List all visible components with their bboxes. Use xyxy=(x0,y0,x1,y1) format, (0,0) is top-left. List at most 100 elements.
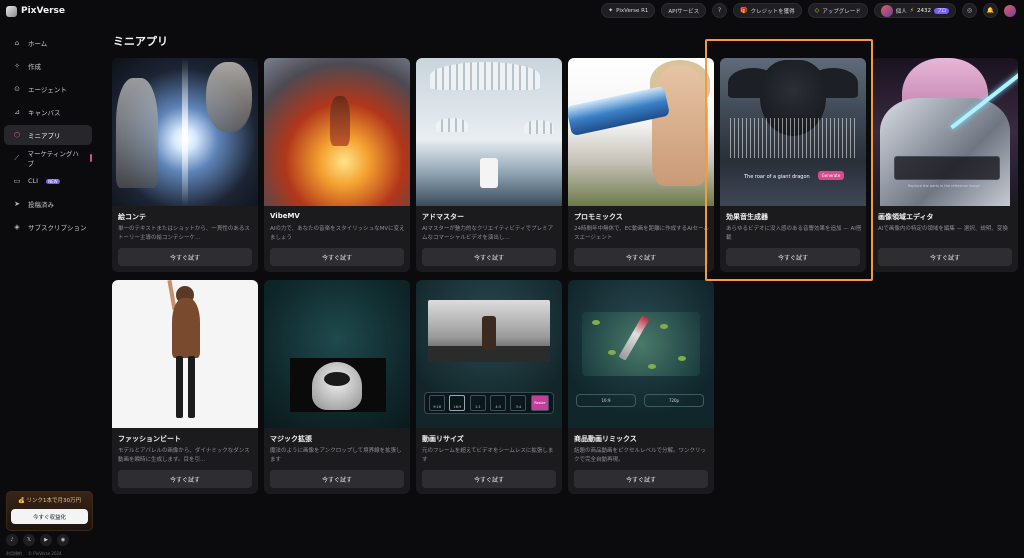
mini-app-grid: 絵コンテ 単一のテキストまたはショットから、一貫性のあるストーリー主導の絵コンテ… xyxy=(112,58,1018,498)
app-card-product-remix[interactable]: 16:9 720p 商品動画リミックス 話題の商品動画をピクセルレベルで分解。ワ… xyxy=(568,280,714,494)
model-button[interactable]: ✦ PixVerse R1 xyxy=(601,3,656,18)
api-button[interactable]: APIサービス xyxy=(661,3,707,18)
chart-icon: ⟋ xyxy=(14,153,20,162)
card-description: AIの力で、あなたの音楽をスタイリッシュなMVに変えましょう xyxy=(270,226,405,241)
card-title: マジック拡張 xyxy=(270,435,312,443)
ratio-option: 3:4 xyxy=(510,395,527,411)
app-card-region-editor[interactable]: Replace the parts in the reference image… xyxy=(872,58,1018,272)
new-badge: NEW xyxy=(46,178,60,184)
app-logo[interactable]: PixVerse xyxy=(6,5,65,17)
sidebar-item-subscription[interactable]: ◈ サブスクリプション xyxy=(4,217,92,237)
try-now-button[interactable]: 今すぐ試す xyxy=(878,248,1012,266)
ratio-option: 16:9 xyxy=(449,395,466,411)
earn-credits-label: クレジットを獲得 xyxy=(750,8,795,15)
sidebar-item-label: CLI xyxy=(28,177,39,185)
send-icon: ➤ xyxy=(14,200,20,208)
card-description: 24時間年中無休で、EC動画を距離に作成するAIセールスエージェント xyxy=(574,226,709,241)
try-now-button[interactable]: 今すぐ試す xyxy=(118,470,252,488)
sidebar-item-label: エージェント xyxy=(28,86,67,94)
app-card-vibemv[interactable]: VibeMV AIの力で、あなたの音楽をスタイリッシュなMVに変えましょう 今す… xyxy=(264,58,410,272)
bolt-icon: ⚡ xyxy=(909,7,914,14)
tag-icon: ◈ xyxy=(14,223,20,231)
sidebar-item-create[interactable]: ✧ 作成 xyxy=(4,56,92,76)
try-now-button[interactable]: 今すぐ試す xyxy=(270,470,404,488)
try-now-button[interactable]: 今すぐ試す xyxy=(422,248,556,266)
promo-text: 💰 リンク1本で月30万円 xyxy=(17,498,82,504)
try-now-button[interactable]: 今すぐ試す xyxy=(422,470,556,488)
sidebar-item-marketing-hub[interactable]: ⟋ マーケティングハブ xyxy=(4,148,93,168)
earn-credits-button[interactable]: 🎁 クレジットを獲得 xyxy=(733,3,802,18)
card-description: AIマスターが魅力的なクリエイティビティでプレミアムなコマーシャルビデオを演出し… xyxy=(422,226,554,241)
ratio-selector: 9:16 16:9 1:1 4:3 3:4 Resize xyxy=(424,392,554,414)
globe-icon: ◎ xyxy=(966,7,973,14)
agent-icon: ⊙ xyxy=(14,85,20,93)
try-now-button[interactable]: 今すぐ試す xyxy=(118,248,252,266)
discord-icon[interactable]: ◉ xyxy=(57,534,69,546)
sidebar-item-posted[interactable]: ➤ 投稿済み xyxy=(4,194,92,214)
try-now-button[interactable]: 今すぐ試す xyxy=(574,470,708,488)
highlight-annotation xyxy=(705,39,873,281)
canvas-icon: ⊿ xyxy=(14,108,20,116)
card-thumbnail xyxy=(112,58,258,206)
thumb-caption: Replace the parts in the reference image xyxy=(908,184,980,188)
sparkle-icon: ✧ xyxy=(14,62,20,70)
card-title: プロモミックス xyxy=(574,213,623,221)
try-now-button[interactable]: 今すぐ試す xyxy=(574,248,708,266)
card-title: アドマスター xyxy=(422,213,464,221)
sidebar-item-label: マーケティングハブ xyxy=(27,150,79,168)
card-description: 話題の商品動画をピクセルレベルで分解。ワンクリックで完全自動再現。 xyxy=(574,448,707,463)
ratio-option: 9:16 xyxy=(429,395,446,411)
card-thumbnail: Replace the parts in the reference image xyxy=(872,58,1018,206)
page-title: ミニアプリ xyxy=(113,35,168,48)
card-description: 単一のテキストまたはショットから、一貫性のあるストーリー主導の絵コンテシーケ… xyxy=(118,226,250,241)
youtube-icon[interactable]: ▶ xyxy=(40,534,52,546)
help-button[interactable]: ? xyxy=(712,3,728,18)
app-name: PixVerse xyxy=(21,6,65,16)
x-icon[interactable]: 𝕏 xyxy=(23,534,35,546)
cube-icon: ⬡ xyxy=(13,131,21,139)
sidebar-item-label: 投稿済み xyxy=(28,201,54,209)
monetize-button[interactable]: 今すぐ収益化 xyxy=(11,509,88,524)
help-icon: ? xyxy=(718,7,722,14)
sidebar-item-home[interactable]: ⌂ ホーム xyxy=(4,33,92,53)
sidebar-item-label: ホーム xyxy=(28,40,48,48)
upgrade-button[interactable]: ◇ アップグレード xyxy=(807,3,868,18)
gift-icon: 🎁 xyxy=(740,7,748,14)
sidebar-item-mini-apps[interactable]: ⬡ ミニアプリ xyxy=(4,125,92,145)
sidebar-item-canvas[interactable]: ⊿ キャンバス xyxy=(4,102,92,122)
card-title: ファッションビート xyxy=(118,435,181,443)
sparkle-icon: ✦ xyxy=(608,7,614,14)
sidebar: ⌂ ホーム ✧ 作成 ⊙ エージェント ⊿ キャンバス ⬡ ミニアプリ ⟋ マーケティングハ… xyxy=(0,30,96,558)
card-title: VibeMV xyxy=(270,212,300,220)
app-card-fashion-beat[interactable]: ファッションビート モデルとアパレルの画像から、ダイナミックなダンス動画を瞬時に… xyxy=(112,280,258,494)
user-avatar[interactable] xyxy=(1004,4,1016,17)
sidebar-item-label: ミニアプリ xyxy=(28,132,61,140)
home-icon: ⌂ xyxy=(14,39,20,47)
tiktok-icon[interactable]: ♪ xyxy=(6,534,18,546)
notifications-button[interactable]: 🔔 xyxy=(983,3,998,18)
language-button[interactable]: ◎ xyxy=(962,3,977,18)
card-description: 魔法のように画像をアンクロップして境界線を拡張します xyxy=(270,448,402,463)
sidebar-item-label: サブスクリプション xyxy=(28,224,87,232)
sidebar-item-cli[interactable]: ▭ CLI NEW xyxy=(4,171,92,191)
app-card-magic-expand[interactable]: マジック拡張 魔法のように画像をアンクロップして境界線を拡張します 今すぐ試す xyxy=(264,280,410,494)
sidebar-item-agent[interactable]: ⊙ エージェント xyxy=(4,79,92,99)
card-thumbnail: 16:9 720p xyxy=(568,280,714,428)
new-indicator xyxy=(90,154,93,162)
ratio-option: 4:3 xyxy=(490,395,507,411)
card-thumbnail xyxy=(416,58,562,206)
try-now-button[interactable]: 今すぐ試す xyxy=(270,248,404,266)
account-menu[interactable]: 個人 ⚡ 2432 プロ xyxy=(873,3,956,18)
app-card-video-resize[interactable]: 9:16 16:9 1:1 4:3 3:4 Resize 動画リサイズ 元のフレ… xyxy=(416,280,562,494)
card-description: モデルとアパレルの画像から、ダイナミックなダンス動画を瞬時に生成します。目を引… xyxy=(118,448,250,463)
upgrade-label: アップグレード xyxy=(822,8,861,15)
social-links: ♪ 𝕏 ▶ ◉ xyxy=(6,534,69,546)
app-card-storyboard[interactable]: 絵コンテ 単一のテキストまたはショットから、一貫性のあるストーリー主導の絵コンテ… xyxy=(112,58,258,272)
top-actions: ✦ PixVerse R1 APIサービス ? 🎁 クレジットを獲得 ◇ アップグレー… xyxy=(601,3,1016,18)
app-card-admaster[interactable]: アドマスター AIマスターが魅力的なクリエイティビティでプレミアムなコマーシャル… xyxy=(416,58,562,272)
terms-link[interactable]: 利用規約 xyxy=(6,551,22,557)
card-thumbnail: 9:16 16:9 1:1 4:3 3:4 Resize xyxy=(416,280,562,428)
app-card-promomix[interactable]: プロモミックス 24時間年中無休で、EC動画を距離に作成するAIセールスエージェ… xyxy=(568,58,714,272)
monetize-promo: 💰 リンク1本で月30万円 今すぐ収益化 xyxy=(6,491,93,531)
card-thumbnail xyxy=(264,280,410,428)
